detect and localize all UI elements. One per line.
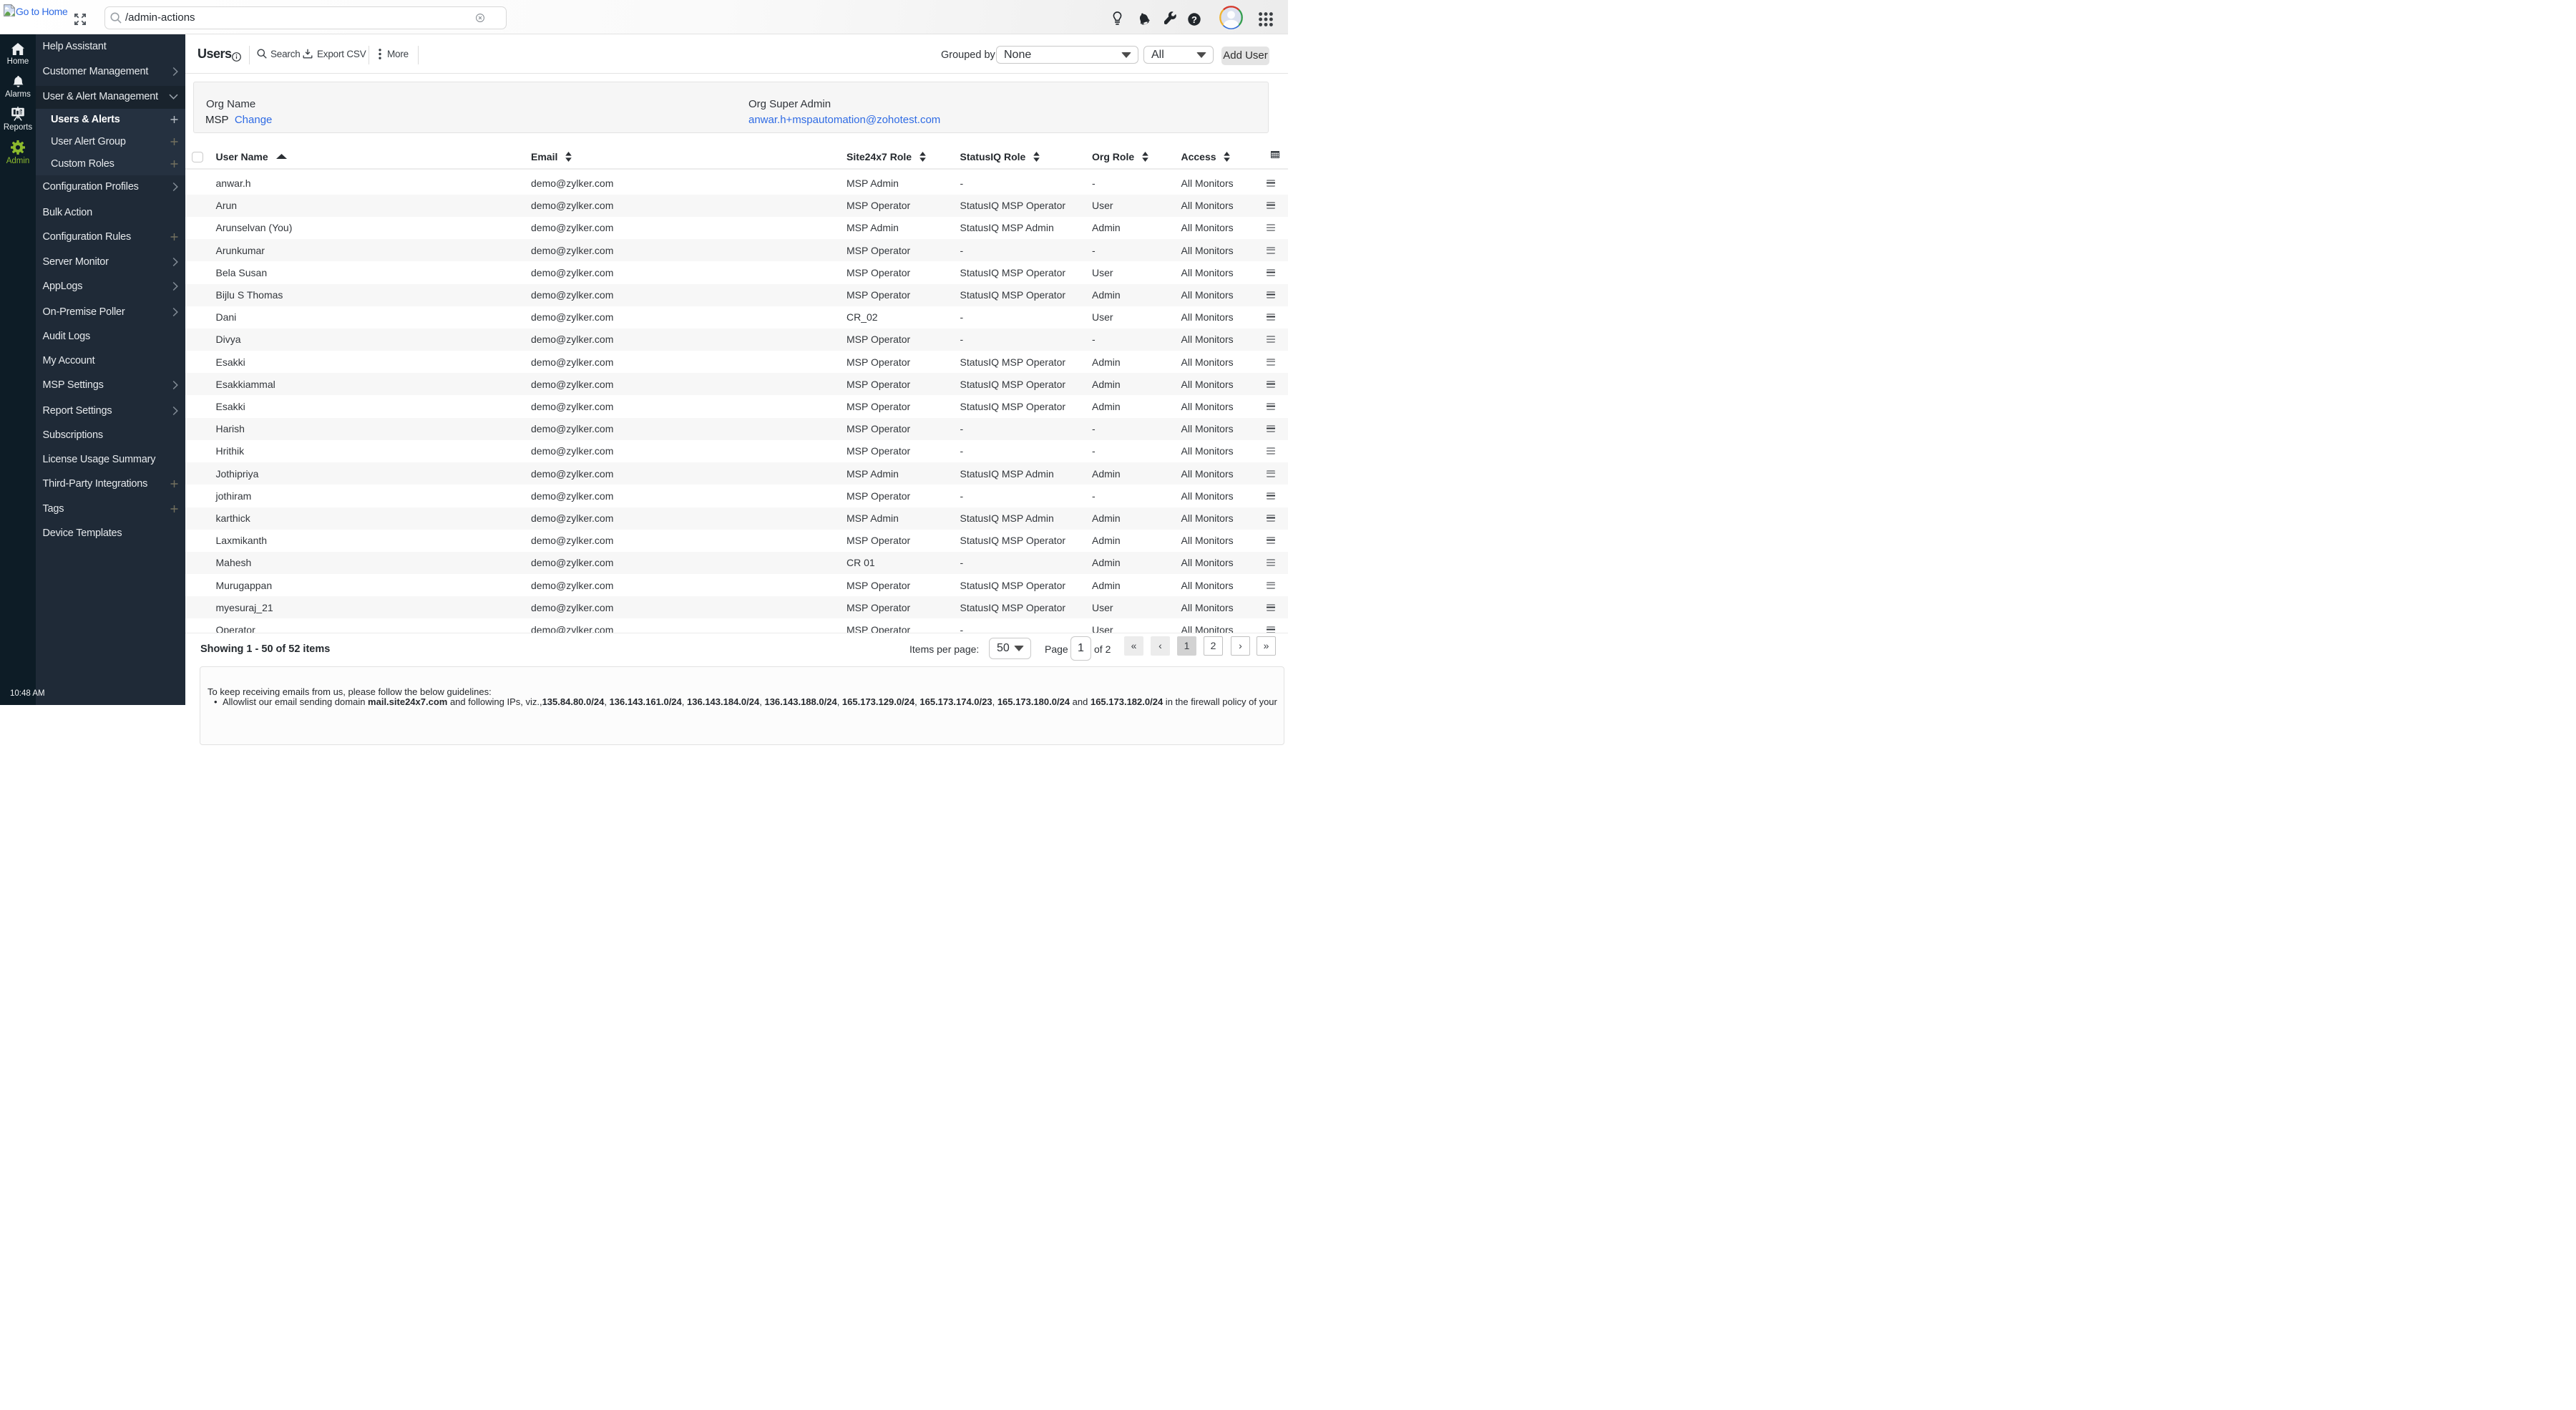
svg-text:?: ? [1191, 14, 1197, 24]
